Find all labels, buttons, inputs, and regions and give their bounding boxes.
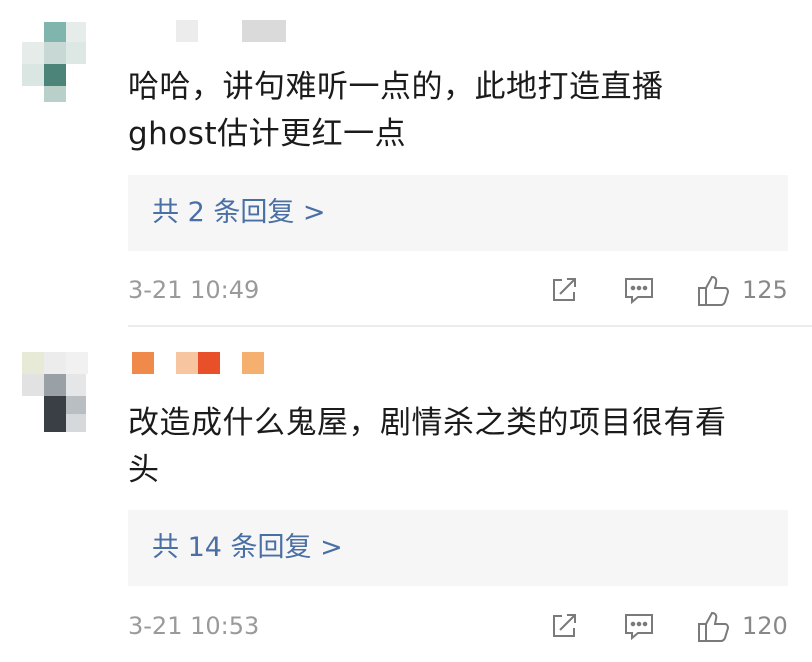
repost-button[interactable] [548,610,580,642]
comment-meta: 3-21 10:53 120 [128,606,788,646]
comment-text: 哈哈，讲句难听一点的，此地打造直播 ghost估计更红一点 [128,64,788,158]
thumbs-up-icon [698,611,730,642]
like-button[interactable] [696,274,732,308]
replies-panel: 共 2 条回复 > [128,175,788,251]
comment-meta: 3-21 10:49 125 [128,270,788,310]
avatar[interactable] [20,22,90,102]
view-replies-link[interactable]: 共 14 条回复 > [152,510,343,586]
thumbs-up-icon [698,275,730,306]
comment-icon [625,614,653,641]
comment-text: 改造成什么鬼屋，剧情杀之类的项目很有看 头 [128,400,788,494]
username[interactable] [172,20,292,44]
comment-text-line: 头 [128,452,160,488]
comment-button[interactable] [622,610,656,642]
divider [128,325,812,327]
comment-text-line: 改造成什么鬼屋，剧情杀之类的项目很有看 [128,405,727,441]
comment-button[interactable] [622,274,656,306]
avatar[interactable] [20,352,90,432]
like-count: 125 [742,276,788,304]
timestamp: 3-21 10:49 [128,276,260,304]
comment-item: 改造成什么鬼屋，剧情杀之类的项目很有看 头 共 14 条回复 > 3-21 10… [0,330,812,662]
like-count: 120 [742,612,788,640]
comment-text-line: 哈哈，讲句难听一点的，此地打造直播 [128,69,664,105]
replies-panel: 共 14 条回复 > [128,510,788,586]
like-button[interactable] [696,610,732,644]
repost-icon [553,278,576,301]
username[interactable] [132,352,272,376]
comment-icon [625,278,653,305]
repost-button[interactable] [548,274,580,306]
view-replies-link[interactable]: 共 2 条回复 > [152,175,326,251]
repost-icon [553,614,576,637]
comment-text-line: ghost估计更红一点 [128,116,407,152]
comment-item: 哈哈，讲句难听一点的，此地打造直播 ghost估计更红一点 共 2 条回复 > … [0,0,812,327]
timestamp: 3-21 10:53 [128,612,260,640]
